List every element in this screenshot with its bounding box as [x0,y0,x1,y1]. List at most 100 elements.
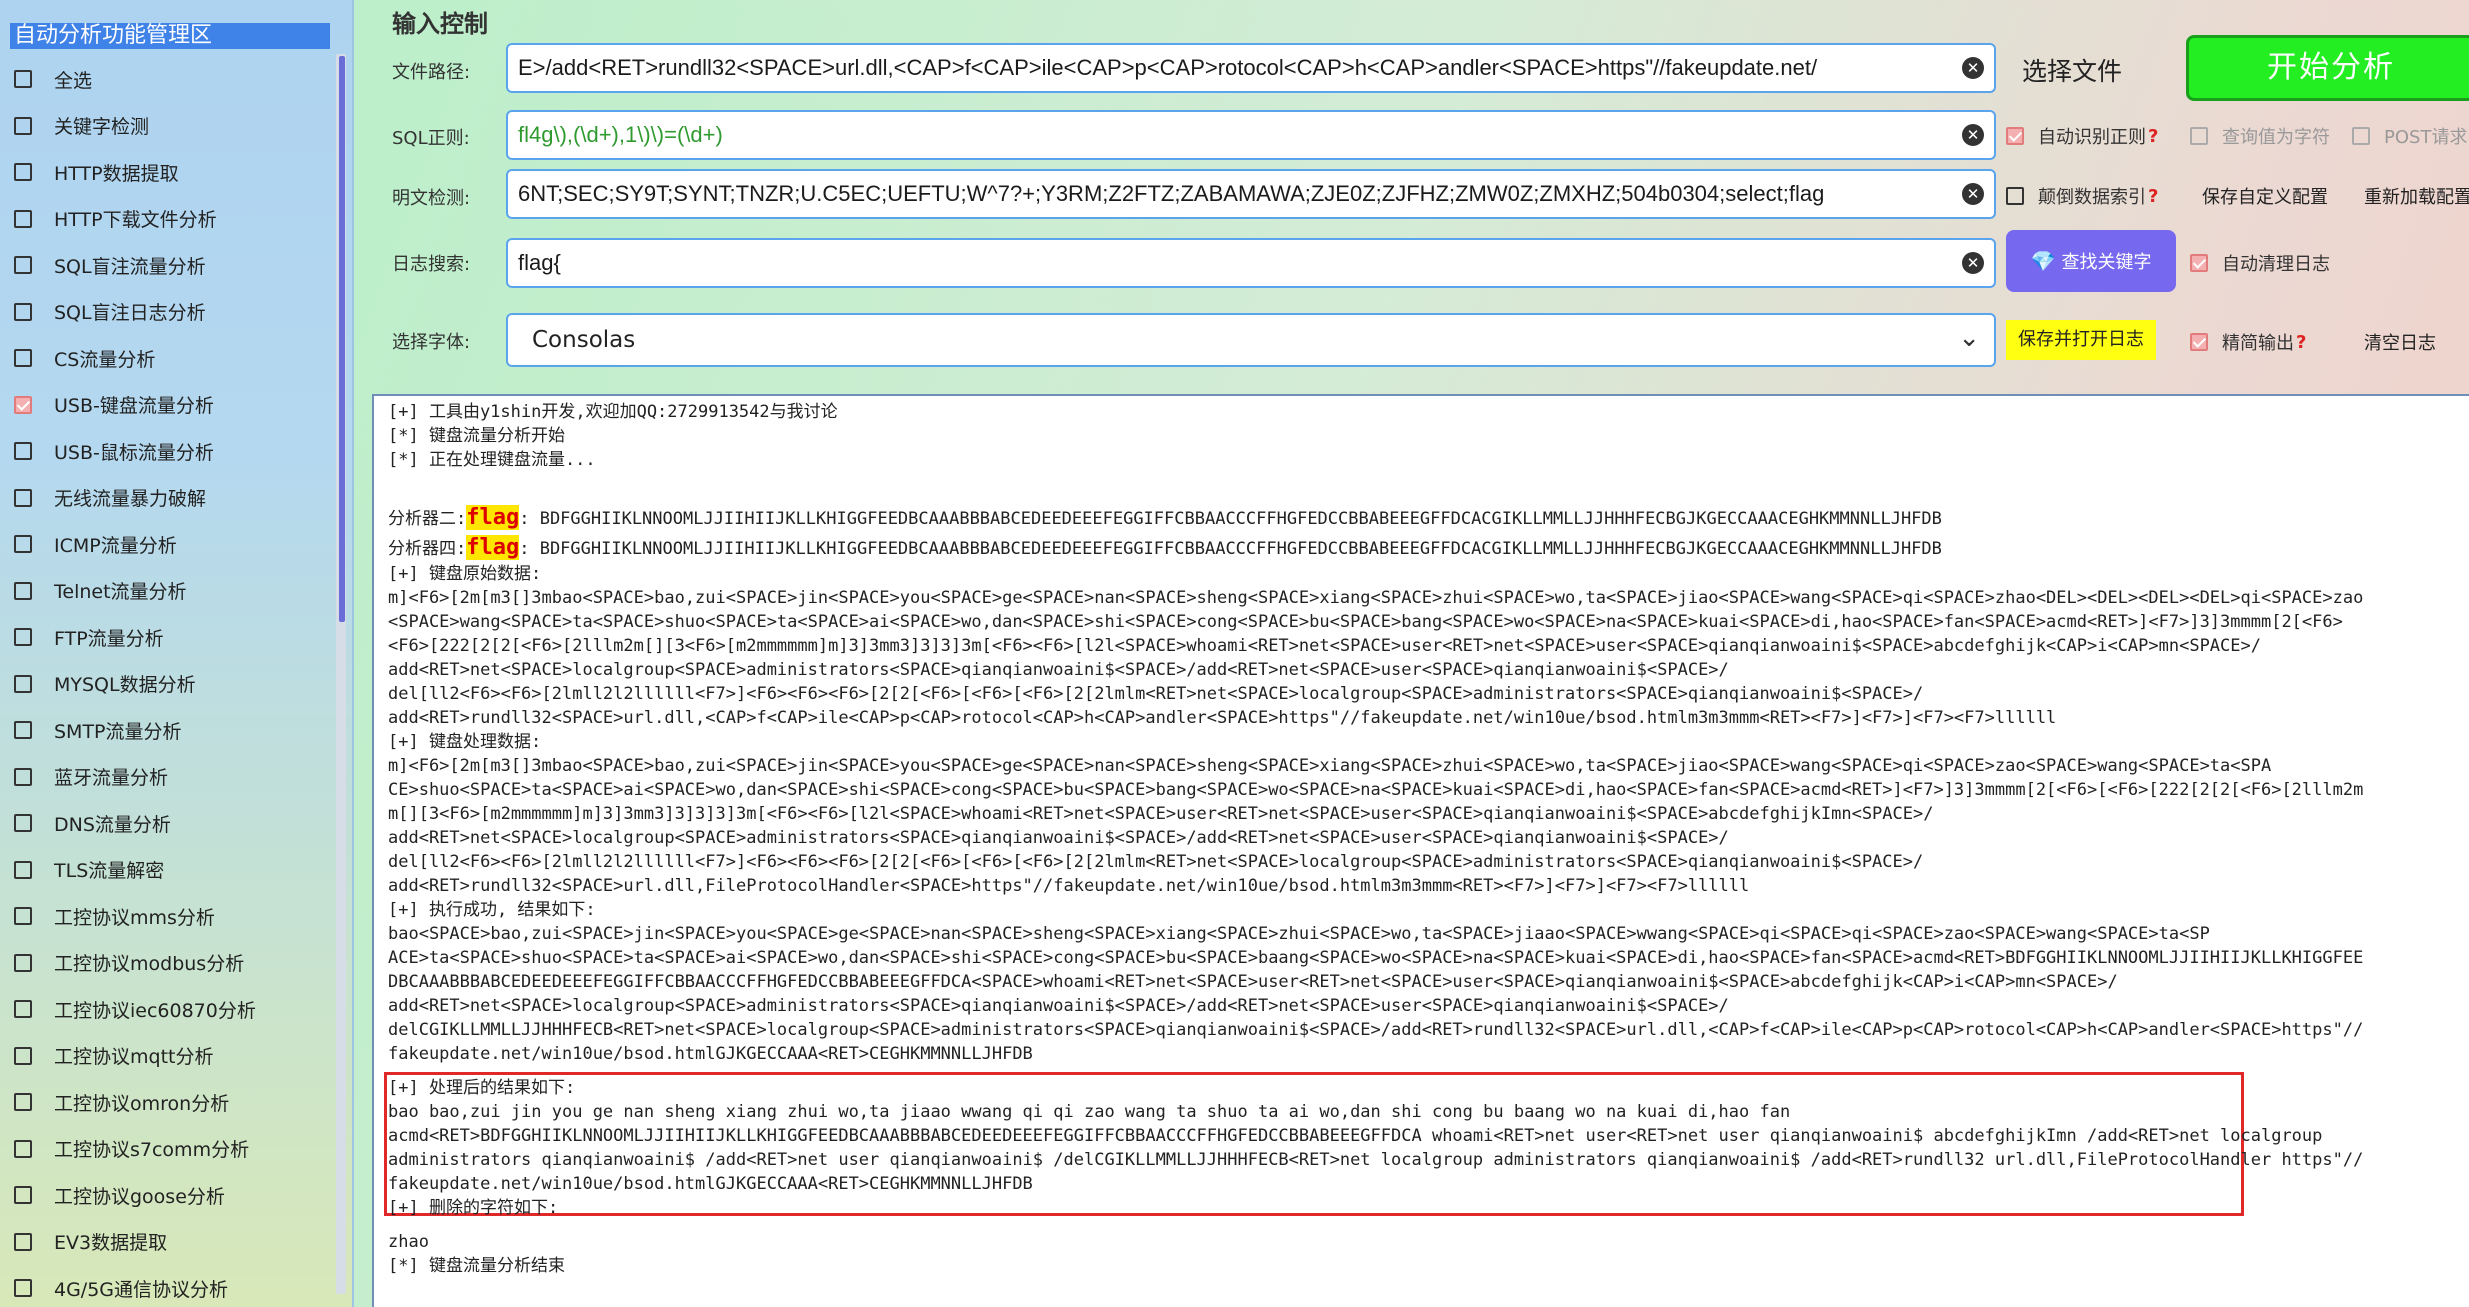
sidebar-item[interactable]: Telnet流量分析 [14,576,187,606]
start-analysis-button[interactable]: 开始分析 [2186,35,2469,101]
plaintext-detect-value[interactable]: 6NT;SEC;SY9T;SYNT;TNZR;U.C5EC;UEFTU;W^7?… [518,171,1950,217]
clear-icon[interactable]: ✕ [1962,57,1984,79]
sidebar-item[interactable]: HTTP数据提取 [14,157,179,187]
sidebar-item-label: 4G/5G通信协议分析 [54,1278,229,1301]
sidebar-item-checkbox[interactable] [14,1279,32,1297]
file-path-value[interactable]: E>/add<RET>rundll32<SPACE>url.dll,<CAP>f… [518,45,1950,91]
sidebar-item-checkbox[interactable] [14,674,32,693]
sidebar-item-checkbox[interactable] [14,256,32,274]
log-line: [+] 工具由y1shin开发,欢迎加QQ:2729913542与我讨论 [388,402,838,422]
sidebar-item[interactable]: 工控协议modbus分析 [14,948,244,978]
sidebar-item-checkbox[interactable] [14,209,32,228]
sidebar-item[interactable]: 关键字检测 [14,111,149,141]
sidebar-item-checkbox[interactable] [14,953,32,972]
font-select[interactable]: Consolas ⌄ [506,313,1996,367]
sidebar-item[interactable]: FTP流量分析 [14,622,164,652]
find-keyword-button[interactable]: 💎 查找关键字 [2006,230,2176,292]
sidebar-item[interactable]: 无线流量暴力破解 [14,483,206,513]
sidebar-item[interactable]: 工控协议omron分析 [14,1087,229,1117]
sidebar-item-checkbox[interactable] [14,116,32,135]
sidebar-item-checkbox[interactable] [14,1232,32,1251]
log-line: [*] 键盘流量分析结束 [388,1256,565,1276]
log-search-value[interactable]: flag{ [518,240,1950,286]
sidebar-item-checkbox[interactable] [14,302,32,321]
sidebar-item[interactable]: ICMP流量分析 [14,529,177,559]
sidebar-item[interactable]: SQL盲注流量分析 [14,250,206,280]
clear-log-button[interactable]: 清空日志 [2364,329,2436,355]
sidebar-item-checkbox[interactable] [14,1186,32,1204]
sidebar-item[interactable]: 蓝牙流量分析 [14,762,168,792]
log-line: [+] 执行成功, 结果如下: [388,900,596,920]
sidebar-item-checkbox[interactable] [14,442,32,460]
sidebar-item-checkbox[interactable] [14,1139,32,1158]
reverse-index-checkbox[interactable] [2006,187,2024,205]
save-custom-config-button[interactable]: 保存自定义配置 [2202,183,2328,209]
file-path-input[interactable]: E>/add<RET>rundll32<SPACE>url.dll,<CAP>f… [506,43,1996,93]
output-log[interactable]: [+] 工具由y1shin开发,欢迎加QQ:2729913542与我讨论 [*]… [372,394,2469,1307]
log-line: [+] 处理后的结果如下: [388,1078,576,1098]
sidebar-item-label: SMTP流量分析 [54,720,182,743]
sidebar-item[interactable]: USB-键盘流量分析 [14,390,214,420]
sidebar-item[interactable]: 工控协议mqtt分析 [14,1041,213,1071]
sidebar-item[interactable]: CS流量分析 [14,343,155,373]
log-line: [+] 删除的字符如下: [388,1198,559,1218]
sql-regex-value[interactable]: fl4g\),(\d+),1\)\)=(\d+) [518,112,1950,158]
concise-output-option[interactable]: 精简输出? [2190,329,2306,355]
save-open-log-button[interactable]: 保存并打开日志 [2006,320,2156,360]
sidebar-item-checkbox[interactable] [14,349,32,367]
sidebar-item-checkbox[interactable] [14,1046,32,1065]
sidebar-item-checkbox[interactable] [14,721,32,739]
sidebar-item-checkbox[interactable] [14,1093,32,1111]
sidebar-item[interactable]: MYSQL数据分析 [14,669,196,699]
sidebar-item[interactable]: DNS流量分析 [14,808,171,838]
post-request-checkbox[interactable] [2352,127,2370,145]
sidebar-item[interactable]: HTTP下载文件分析 [14,204,217,234]
select-file-button[interactable]: 选择文件 [2022,52,2122,88]
auto-clean-log-checkbox[interactable] [2190,254,2208,272]
sidebar-item[interactable]: 工控协议s7comm分析 [14,1134,249,1164]
reload-config-button[interactable]: 重新加载配置 [2364,183,2469,209]
sidebar-item-checkbox[interactable] [14,860,32,879]
auto-regex-checkbox[interactable] [2006,127,2024,145]
sidebar-item[interactable]: 工控协议goose分析 [14,1180,225,1210]
concise-output-checkbox[interactable] [2190,333,2208,351]
sidebar-item[interactable]: TLS流量解密 [14,855,164,885]
auto-regex-option[interactable]: 自动识别正则? [2006,123,2158,149]
sidebar-item-label: SQL盲注日志分析 [54,302,206,324]
sidebar-item[interactable]: 工控协议mms分析 [14,901,215,931]
sidebar-item-checkbox[interactable] [14,70,32,88]
query-as-char-option[interactable]: 查询值为字符 [2190,123,2330,149]
reverse-index-option[interactable]: 颠倒数据索引? [2006,183,2158,209]
sidebar-scrollbar-thumb[interactable] [339,56,345,622]
clear-icon[interactable]: ✕ [1962,124,1984,146]
sidebar-item[interactable]: 工控协议iec60870分析 [14,994,256,1024]
clear-icon[interactable]: ✕ [1962,252,1984,274]
sidebar-item[interactable]: 全选 [14,64,92,94]
sidebar-item[interactable]: EV3数据提取 [14,1227,167,1257]
clear-icon[interactable]: ✕ [1962,183,1984,205]
sidebar-item-checkbox[interactable] [14,535,32,553]
sidebar-item-checkbox[interactable] [14,488,32,507]
log-search-input[interactable]: flag{ ✕ [506,238,1996,288]
sidebar-item-checkbox[interactable] [14,767,32,786]
auto-clean-log-option[interactable]: 自动清理日志 [2190,250,2330,276]
sidebar-item-checkbox[interactable] [14,163,32,181]
sidebar-item[interactable]: 4G/5G通信协议分析 [14,1273,228,1303]
sidebar-item-checkbox[interactable] [14,1000,32,1018]
plaintext-detect-input[interactable]: 6NT;SEC;SY9T;SYNT;TNZR;U.C5EC;UEFTU;W^7?… [506,169,1996,219]
sidebar-item-checkbox[interactable] [14,581,32,600]
sql-regex-input[interactable]: fl4g\),(\d+),1\)\)=(\d+) ✕ [506,110,1996,160]
file-path-label: 文件路径: [392,62,471,83]
sidebar-item[interactable]: USB-鼠标流量分析 [14,436,214,466]
sidebar-item[interactable]: SMTP流量分析 [14,715,182,745]
sidebar-item-checkbox[interactable] [14,395,32,414]
chevron-down-icon[interactable]: ⌄ [1958,323,1980,353]
query-as-char-checkbox[interactable] [2190,127,2208,145]
post-request-option[interactable]: POST请求 [2352,123,2467,149]
sidebar-item[interactable]: SQL盲注日志分析 [14,297,206,327]
log-line: delCGIKLLMMLLJJHHHFECB<RET>net<SPACE>loc… [388,1020,2364,1040]
sidebar-item-checkbox[interactable] [14,628,32,646]
sql-regex-label: SQL正则: [392,128,470,149]
sidebar-item-checkbox[interactable] [14,907,32,925]
sidebar-item-checkbox[interactable] [14,814,32,832]
